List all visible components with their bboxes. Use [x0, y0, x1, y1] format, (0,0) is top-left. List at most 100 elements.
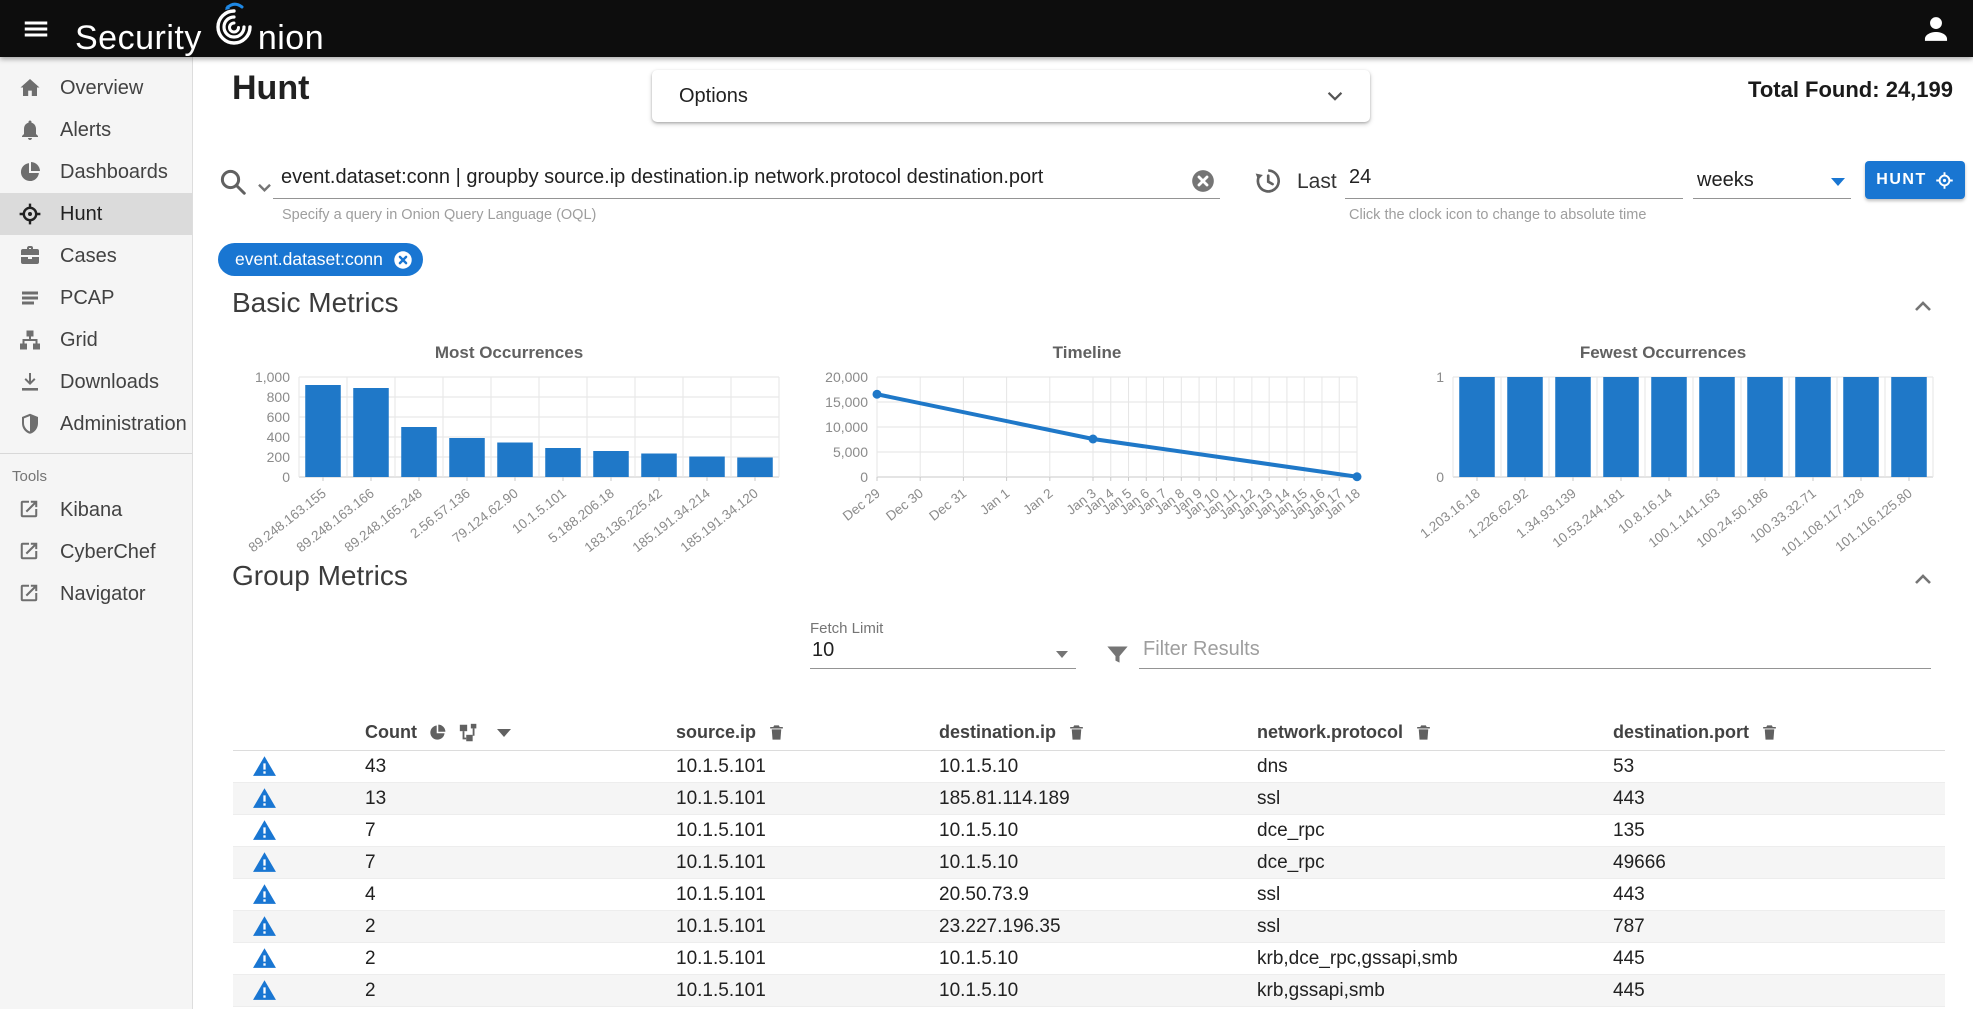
- column-header-source-ip[interactable]: source.ip: [676, 722, 939, 743]
- cell-count[interactable]: 2: [365, 948, 676, 970]
- menu-toggle-icon[interactable]: [21, 14, 51, 44]
- chart-title: Most Occurrences: [229, 343, 789, 363]
- cell-source-ip[interactable]: 10.1.5.101: [676, 788, 939, 810]
- cell-destination-ip[interactable]: 10.1.5.10: [939, 852, 1257, 874]
- cell-destination-ip[interactable]: 10.1.5.10: [939, 820, 1257, 842]
- alert-triangle-icon[interactable]: [252, 850, 277, 875]
- collapse-basic-metrics-icon[interactable]: [1911, 295, 1935, 319]
- total-found-value: 24,199: [1886, 77, 1953, 102]
- bars-icon: [18, 286, 42, 310]
- filter-results-input[interactable]: [1139, 634, 1931, 668]
- cell-destination-port[interactable]: 443: [1613, 788, 1945, 810]
- svg-text:20,000: 20,000: [825, 369, 868, 385]
- sidebar-item-grid[interactable]: Grid: [0, 319, 192, 361]
- trash-icon[interactable]: [1414, 723, 1433, 742]
- cell-count[interactable]: 7: [365, 852, 676, 874]
- sidebar-item-pcap[interactable]: PCAP: [0, 277, 192, 319]
- bell-icon: [18, 118, 42, 142]
- cell-destination-port[interactable]: 445: [1613, 980, 1945, 1002]
- cell-destination-port[interactable]: 787: [1613, 916, 1945, 938]
- select-arrow-icon: [1056, 651, 1068, 658]
- cell-network-protocol[interactable]: dce_rpc: [1257, 820, 1613, 842]
- sidebar-item-kibana[interactable]: Kibana: [0, 489, 192, 531]
- alert-triangle-icon[interactable]: [252, 914, 277, 939]
- svg-text:Dec 30: Dec 30: [883, 486, 926, 524]
- sidebar-item-alerts[interactable]: Alerts: [0, 109, 192, 151]
- cell-destination-ip[interactable]: 20.50.73.9: [939, 884, 1257, 906]
- cell-destination-port[interactable]: 445: [1613, 948, 1945, 970]
- cell-source-ip[interactable]: 10.1.5.101: [676, 820, 939, 842]
- cell-source-ip[interactable]: 10.1.5.101: [676, 916, 939, 938]
- sidebar-item-downloads[interactable]: Downloads: [0, 361, 192, 403]
- cell-destination-port[interactable]: 135: [1613, 820, 1945, 842]
- sidebar-item-cyberchef[interactable]: CyberChef: [0, 531, 192, 573]
- alert-triangle-icon[interactable]: [252, 978, 277, 1003]
- cell-destination-port[interactable]: 443: [1613, 884, 1945, 906]
- remove-filter-icon[interactable]: [392, 249, 414, 271]
- sidebar-item-hunt[interactable]: Hunt: [0, 193, 192, 235]
- cell-destination-ip[interactable]: 10.1.5.10: [939, 948, 1257, 970]
- cell-destination-ip[interactable]: 10.1.5.10: [939, 980, 1257, 1002]
- pie-chart-toggle-icon[interactable]: [428, 723, 447, 742]
- cell-destination-ip[interactable]: 10.1.5.10: [939, 756, 1257, 778]
- cell-network-protocol[interactable]: ssl: [1257, 788, 1613, 810]
- options-label: Options: [679, 85, 748, 108]
- cell-count[interactable]: 2: [365, 980, 676, 1002]
- cell-network-protocol[interactable]: ssl: [1257, 884, 1613, 906]
- fetch-limit-select[interactable]: 10: [810, 639, 1076, 669]
- table-row: 2 10.1.5.101 23.227.196.35 ssl 787: [233, 911, 1945, 943]
- query-history-chevron-icon[interactable]: [255, 178, 274, 197]
- relative-time-history-icon[interactable]: [1253, 166, 1282, 195]
- duration-input[interactable]: [1345, 161, 1683, 198]
- sidebar-item-navigator[interactable]: Navigator: [0, 573, 192, 615]
- alert-triangle-icon[interactable]: [252, 882, 277, 907]
- sidebar-item-label: Hunt: [60, 203, 102, 226]
- sidebar-item-cases[interactable]: Cases: [0, 235, 192, 277]
- filter-chip[interactable]: event.dataset:conn: [218, 243, 423, 276]
- cell-count[interactable]: 4: [365, 884, 676, 906]
- cell-network-protocol[interactable]: dce_rpc: [1257, 852, 1613, 874]
- cell-source-ip[interactable]: 10.1.5.101: [676, 852, 939, 874]
- alert-triangle-icon[interactable]: [252, 818, 277, 843]
- alert-triangle-icon[interactable]: [252, 786, 277, 811]
- trash-icon[interactable]: [767, 723, 786, 742]
- trash-icon[interactable]: [1067, 723, 1086, 742]
- column-header-network-protocol[interactable]: network.protocol: [1257, 722, 1613, 743]
- cell-source-ip[interactable]: 10.1.5.101: [676, 948, 939, 970]
- cell-count[interactable]: 13: [365, 788, 676, 810]
- chart-type-dropdown-icon[interactable]: [497, 729, 511, 737]
- clear-query-icon[interactable]: [1190, 168, 1216, 194]
- alert-triangle-icon[interactable]: [252, 946, 277, 971]
- sankey-diagram-icon[interactable]: [458, 722, 480, 744]
- sidebar-item-dashboards[interactable]: Dashboards: [0, 151, 192, 193]
- cell-destination-port[interactable]: 49666: [1613, 852, 1945, 874]
- alert-triangle-icon[interactable]: [252, 754, 277, 779]
- sidebar-item-overview[interactable]: Overview: [0, 67, 192, 109]
- cell-count[interactable]: 2: [365, 916, 676, 938]
- cell-network-protocol[interactable]: dns: [1257, 756, 1613, 778]
- column-header-count[interactable]: Count: [365, 722, 676, 744]
- collapse-group-metrics-icon[interactable]: [1911, 568, 1935, 592]
- sidebar-item-label: Kibana: [60, 499, 122, 522]
- column-header-destination-port[interactable]: destination.port: [1613, 722, 1945, 743]
- cell-source-ip[interactable]: 10.1.5.101: [676, 980, 939, 1002]
- duration-unit-select[interactable]: weeks: [1693, 161, 1851, 199]
- download-icon: [18, 370, 42, 394]
- cell-network-protocol[interactable]: krb,gssapi,smb: [1257, 980, 1613, 1002]
- user-account-icon[interactable]: [1919, 12, 1953, 46]
- cell-destination-port[interactable]: 53: [1613, 756, 1945, 778]
- column-header-destination-ip[interactable]: destination.ip: [939, 722, 1257, 743]
- options-expander[interactable]: Options: [652, 70, 1370, 122]
- cell-network-protocol[interactable]: krb,dce_rpc,gssapi,smb: [1257, 948, 1613, 970]
- cell-destination-ip[interactable]: 185.81.114.189: [939, 788, 1257, 810]
- cell-source-ip[interactable]: 10.1.5.101: [676, 884, 939, 906]
- hunt-button[interactable]: HUNT: [1865, 161, 1965, 199]
- query-input[interactable]: [273, 161, 1220, 198]
- sidebar-item-administration[interactable]: Administration: [0, 403, 192, 445]
- cell-destination-ip[interactable]: 23.227.196.35: [939, 916, 1257, 938]
- cell-network-protocol[interactable]: ssl: [1257, 916, 1613, 938]
- cell-count[interactable]: 7: [365, 820, 676, 842]
- trash-icon[interactable]: [1760, 723, 1779, 742]
- cell-count[interactable]: 43: [365, 756, 676, 778]
- cell-source-ip[interactable]: 10.1.5.101: [676, 756, 939, 778]
